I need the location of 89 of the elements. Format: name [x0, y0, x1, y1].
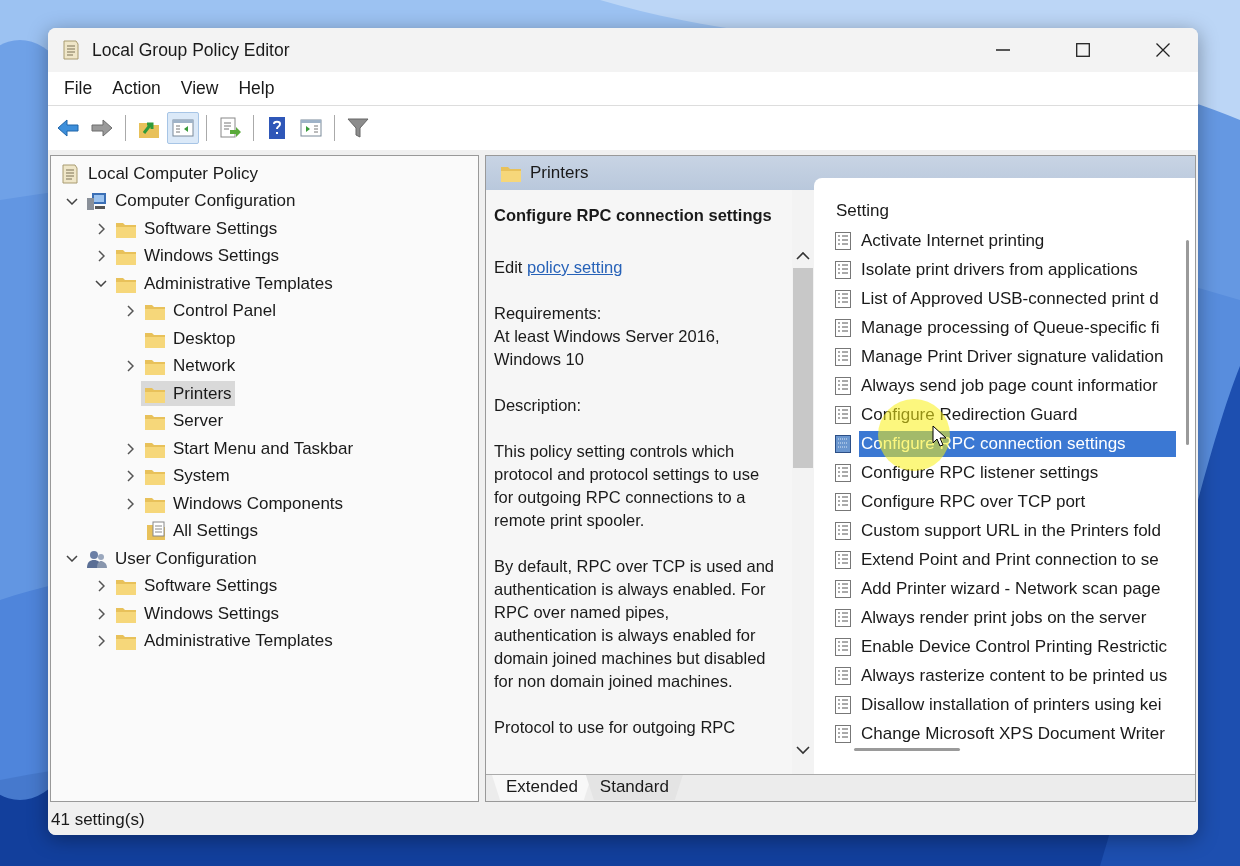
document-icon: [834, 520, 852, 541]
description-text: At least Windows Server 2016, Windows 10: [494, 326, 721, 370]
tree-item[interactable]: Network: [141, 353, 239, 379]
setting-item[interactable]: Enable Device Control Printing Restrictic: [826, 632, 1182, 661]
document-icon: [834, 317, 852, 338]
filter-icon: [346, 116, 370, 140]
policy-setting-link[interactable]: policy setting: [527, 258, 623, 276]
tree-item[interactable]: Administrative Templates: [112, 271, 336, 297]
scroll-up-icon: [795, 250, 811, 262]
edit-text: Edit policy setting: [494, 257, 624, 278]
document-icon: [834, 346, 852, 367]
setting-title: Configure RPC connection settings: [494, 205, 773, 226]
tree-item[interactable]: System: [141, 463, 233, 489]
document-icon: [834, 723, 852, 744]
document-icon: [834, 636, 852, 657]
setting-item[interactable]: Isolate print drivers from applications: [826, 255, 1182, 284]
document-icon: [834, 694, 852, 715]
document-icon: [834, 433, 852, 454]
settings-list-icon: [144, 521, 166, 542]
tree-item[interactable]: Windows Settings: [112, 601, 283, 627]
setting-item[interactable]: Extend Point and Print connection to se: [826, 545, 1182, 574]
scrollbar-thumb[interactable]: [854, 748, 960, 751]
tree-item[interactable]: Desktop: [141, 326, 239, 352]
back-arrow-icon: [56, 116, 80, 140]
users-icon: [86, 548, 108, 569]
scrollbar-thumb[interactable]: [1185, 240, 1189, 445]
document-icon: [834, 259, 852, 280]
document-icon: [834, 607, 852, 628]
tree-item[interactable]: Windows Settings: [112, 243, 283, 269]
document-icon: [834, 491, 852, 512]
document-icon: [834, 665, 852, 686]
tree-item[interactable]: Windows Components: [141, 491, 347, 517]
tree-item[interactable]: Printers: [141, 381, 235, 407]
minimize-icon: [996, 49, 1010, 51]
menu-item[interactable]: File: [54, 74, 103, 103]
menu-item[interactable]: Action: [102, 74, 171, 103]
description-text: Protocol to use for outgoing RPC: [494, 717, 737, 738]
setting-item[interactable]: Activate Internet printing: [826, 226, 1182, 255]
setting-item[interactable]: Always render print jobs on the server: [826, 603, 1182, 632]
tree-item[interactable]: Control Panel: [141, 298, 279, 324]
setting-item[interactable]: Manage processing of Queue-specific fi: [826, 313, 1182, 342]
tree-item[interactable]: Server: [141, 408, 227, 434]
description-text: Requirements:: [494, 303, 603, 324]
setting-item[interactable]: Add Printer wizard - Network scan page: [826, 574, 1182, 603]
window-title: Local Group Policy Editor: [92, 39, 291, 61]
tree-item[interactable]: Computer Configuration: [83, 188, 299, 214]
computer-icon: [86, 191, 108, 212]
tree-item[interactable]: Software Settings: [112, 216, 281, 242]
scroll-icon: [60, 39, 82, 61]
maximize-icon: [1076, 43, 1090, 57]
document-icon: [834, 462, 852, 483]
setting-item[interactable]: Disallow installation of printers using kei: [826, 690, 1182, 719]
tree-item[interactable]: Local Computer Policy: [56, 161, 262, 187]
description-text: Description:: [494, 395, 583, 416]
tree-item[interactable]: All Settings: [141, 518, 262, 544]
menu-item[interactable]: Help: [228, 74, 285, 103]
pane-toggle-icon: [171, 116, 195, 140]
setting-item[interactable]: Configure RPC listener settings: [826, 458, 1182, 487]
tree-item[interactable]: Administrative Templates: [112, 628, 336, 654]
setting-item[interactable]: Always send job page count informatior: [826, 371, 1182, 400]
setting-item[interactable]: Always rasterize content to be printed us: [826, 661, 1182, 690]
setting-item[interactable]: Manage Print Driver signature validation: [826, 342, 1182, 371]
column-header[interactable]: Setting: [826, 196, 895, 226]
pane-toggle-icon: [299, 116, 323, 140]
scroll-icon: [59, 162, 81, 185]
tree-item[interactable]: Start Menu and Taskbar: [141, 436, 357, 462]
setting-item[interactable]: Change Microsoft XPS Document Writer: [826, 719, 1182, 748]
status-text: 41 setting(s): [48, 805, 1198, 835]
document-icon: [834, 375, 852, 396]
document-icon: [834, 230, 852, 251]
tree-item[interactable]: User Configuration: [83, 546, 260, 572]
document-icon: [834, 288, 852, 309]
menu-item[interactable]: View: [170, 74, 229, 103]
document-icon: [834, 404, 852, 425]
forward-arrow-icon: [90, 116, 114, 140]
document-icon: [834, 549, 852, 570]
pane-title: Printers: [530, 163, 589, 183]
close-icon: [1156, 43, 1170, 57]
tree-item[interactable]: Software Settings: [112, 573, 281, 599]
view-tab[interactable]: Standard: [585, 775, 683, 800]
scroll-down-icon: [795, 744, 811, 756]
description-text: This policy setting controls which protocol and protocol settings to use for outgoing RPC connections to a remote print spooler.: [494, 441, 761, 531]
scrollbar-thumb[interactable]: [793, 268, 813, 468]
description-text: By default, RPC over TCP is used and authentication is always enabled. For RPC over named pipes, authentication is always enabled for domain joined machines but disabled for non domain joined machines.: [494, 556, 776, 692]
setting-item[interactable]: Custom support URL in the Printers fold: [826, 516, 1182, 545]
export-list-icon: [218, 116, 242, 140]
setting-item[interactable]: Configure RPC over TCP port: [826, 487, 1182, 516]
document-icon: [834, 578, 852, 599]
setting-item[interactable]: List of Approved USB-connected print d: [826, 284, 1182, 313]
